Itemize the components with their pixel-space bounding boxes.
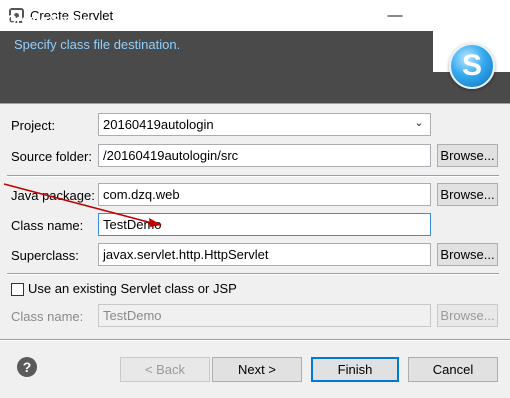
back-button[interactable]: < Back (120, 357, 210, 382)
help-icon[interactable]: ? (17, 357, 37, 377)
project-select[interactable]: 20160419autologin (98, 113, 431, 136)
next-button[interactable]: Next > (212, 357, 302, 382)
cancel-button[interactable]: Cancel (408, 357, 498, 382)
use-existing-label: Use an existing Servlet class or JSP (28, 281, 237, 296)
minimize-icon[interactable]: — (372, 0, 418, 31)
wizard-title: Create Servlet (7, 12, 95, 27)
header-divider (0, 103, 510, 104)
browse-source-folder-button[interactable]: Browse... (437, 144, 498, 167)
footer-divider-highlight (0, 340, 510, 341)
wizard-description: Specify class file destination. (14, 37, 181, 52)
browse-package-button[interactable]: Browse... (437, 183, 498, 206)
source-folder-label: Source folder: (11, 149, 92, 164)
use-existing-checkbox[interactable] (11, 283, 24, 296)
browse-existing-button[interactable]: Browse... (437, 304, 498, 327)
project-label: Project: (11, 118, 56, 133)
existing-class-label: Class name: (11, 309, 84, 324)
servlet-logo-icon: S (449, 43, 495, 89)
browse-superclass-button[interactable]: Browse... (437, 243, 498, 266)
superclass-field[interactable]: javax.servlet.http.HttpServlet (98, 243, 431, 266)
section-divider-highlight (7, 176, 499, 177)
source-folder-field[interactable]: /20160419autologin/src (98, 144, 431, 167)
existing-class-field[interactable]: TestDemo (98, 304, 431, 327)
chevron-down-icon[interactable]: ⌄ (412, 116, 426, 132)
finish-button[interactable]: Finish (311, 357, 399, 382)
annotation-arrow-icon (3, 183, 162, 227)
superclass-label: Superclass: (11, 248, 79, 263)
section-divider-2-highlight (7, 274, 499, 275)
